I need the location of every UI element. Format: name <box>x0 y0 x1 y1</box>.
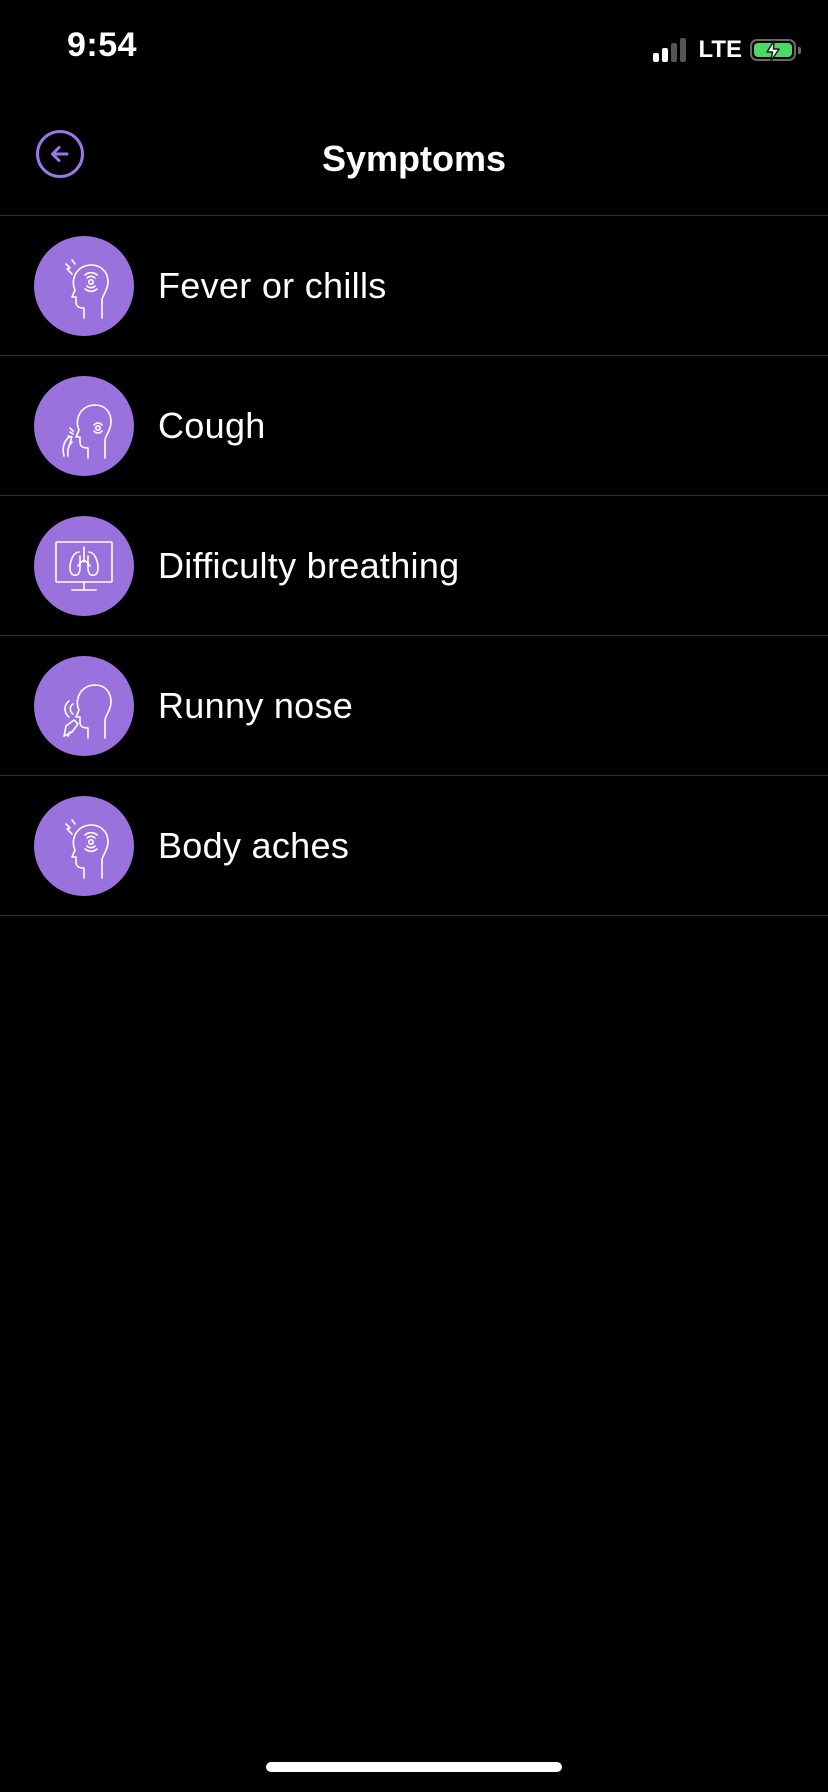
symptom-label: Fever or chills <box>158 264 387 306</box>
symptom-label: Cough <box>158 404 266 446</box>
runny-nose-head-icon <box>34 655 134 756</box>
cellular-signal-icon <box>653 38 687 62</box>
body-aches-head-icon <box>34 795 134 896</box>
status-indicators: LTE <box>653 36 801 64</box>
page-title: Symptoms <box>321 138 507 179</box>
symptom-label: Runny nose <box>158 684 354 726</box>
charging-bolt-icon <box>766 40 780 62</box>
symptom-label: Body aches <box>158 824 350 866</box>
symptom-label: Difficulty breathing <box>158 544 460 586</box>
cough-head-icon <box>34 375 134 476</box>
symptom-row-body-aches[interactable]: Body aches <box>0 776 828 916</box>
home-indicator[interactable] <box>266 1762 562 1772</box>
symptom-row-difficulty-breathing[interactable]: Difficulty breathing <box>0 496 828 636</box>
navigation-bar: Symptoms <box>0 110 828 216</box>
symptom-row-cough[interactable]: Cough <box>0 356 828 496</box>
symptom-row-fever[interactable]: Fever or chills <box>0 216 828 356</box>
lungs-monitor-icon <box>34 515 134 616</box>
fever-head-icon <box>34 235 134 336</box>
status-bar: 9:54 LTE <box>0 0 828 100</box>
symptom-row-runny-nose[interactable]: Runny nose <box>0 636 828 776</box>
symptom-list: Fever or chills Cough Difficulty breathi… <box>0 216 828 916</box>
battery-icon <box>750 39 801 62</box>
status-time: 9:54 <box>67 26 138 64</box>
network-type: LTE <box>698 36 742 63</box>
